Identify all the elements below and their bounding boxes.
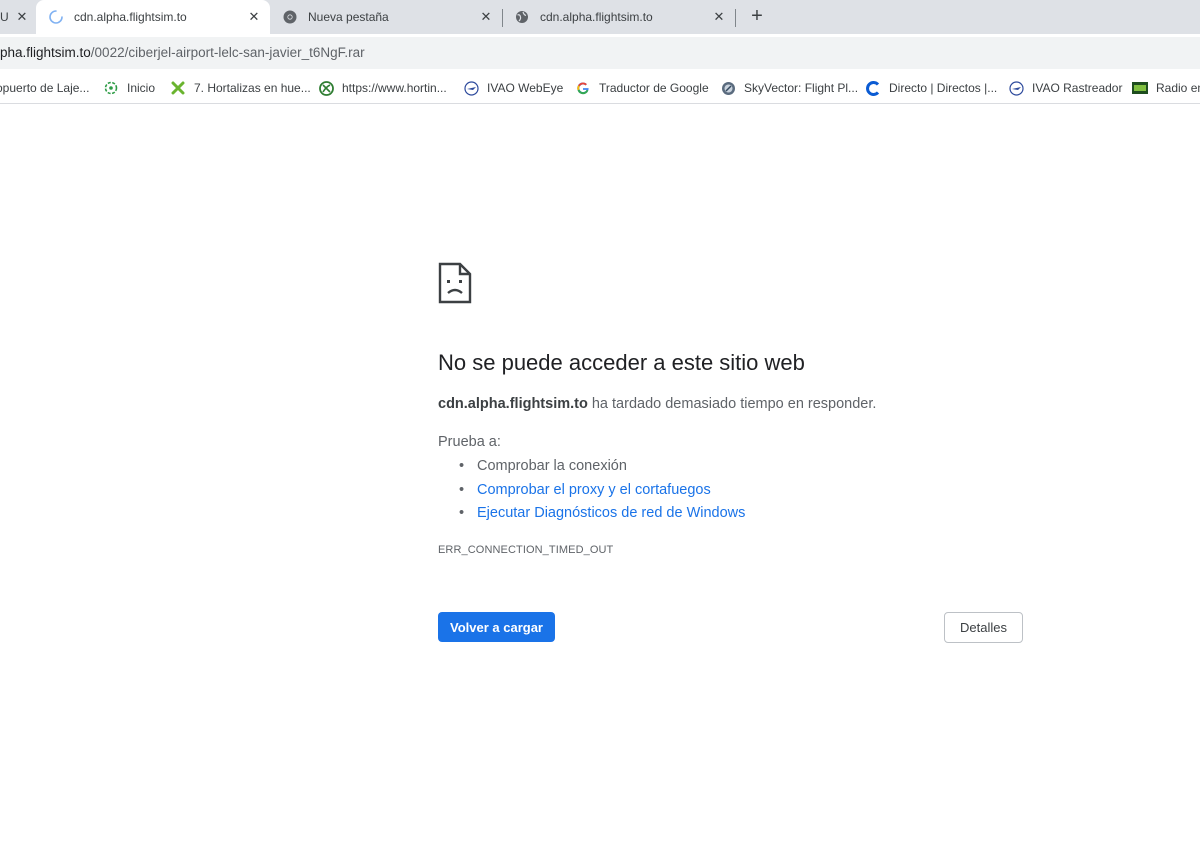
reload-button[interactable]: Volver a cargar	[438, 612, 555, 642]
bookmark-item[interactable]: Directo | Directos |...	[865, 72, 998, 103]
bookmark-label: SkyVector: Flight Pl...	[744, 81, 859, 95]
tab-separator	[735, 9, 736, 27]
address-host: pha.flightsim.to	[0, 45, 91, 60]
bookmark-item[interactable]: SkyVector: Flight Pl...	[720, 72, 859, 103]
bookmark-item[interactable]: Traductor de Google	[575, 72, 709, 103]
bookmarks-bar: opuerto de Laje... Inicio 7. Hortalizas …	[0, 72, 1200, 104]
tab-strip: U ✕ cdn.alpha.flightsim.to ✕ Nueva pesta…	[0, 0, 1200, 34]
directo-icon	[865, 80, 881, 96]
error-message: cdn.alpha.flightsim.to ha tardado demasi…	[438, 396, 876, 412]
bookmark-item[interactable]: IVAO WebEye	[463, 72, 564, 103]
tab-partial-title: U	[0, 10, 9, 24]
error-message-text: ha tardado demasiado tiempo en responder…	[587, 396, 877, 412]
sad-page-icon	[438, 262, 472, 304]
bookmark-label: IVAO WebEye	[487, 81, 564, 95]
suggestion-check-proxy-link[interactable]: Comprobar el proxy y el cortafuegos	[459, 481, 745, 505]
bookmark-item[interactable]: Inicio	[103, 72, 156, 103]
ivao-icon	[463, 80, 479, 96]
bookmark-label: Inicio	[127, 81, 156, 95]
suggestion-run-diagnostics-link[interactable]: Ejecutar Diagnósticos de red de Windows	[459, 504, 745, 528]
leaf-icon	[170, 80, 186, 96]
bookmark-label: 7. Hortalizas en hue...	[194, 81, 311, 95]
tab-active[interactable]: cdn.alpha.flightsim.to ✕	[36, 0, 270, 34]
suggestion-check-connection: Comprobar la conexión	[459, 457, 745, 481]
new-tab-button[interactable]: +	[746, 6, 768, 28]
green-globe-icon	[318, 80, 334, 96]
close-tab-icon[interactable]: ✕	[246, 9, 262, 25]
bookmark-label: Radio en	[1156, 81, 1200, 95]
close-tab-icon[interactable]: ✕	[478, 9, 494, 25]
skyvector-icon	[720, 80, 736, 96]
tab-partial[interactable]: U ✕	[0, 0, 34, 34]
bookmark-label: https://www.hortin...	[342, 81, 447, 95]
address-path: /0022/ciberjel-airport-lelc-san-javier_t…	[90, 45, 365, 60]
bookmark-label: IVAO Rastreador	[1032, 81, 1123, 95]
chrome-icon	[282, 9, 298, 25]
bookmark-label: opuerto de Laje...	[0, 81, 90, 95]
bookmark-item[interactable]: IVAO Rastreador	[1008, 72, 1123, 103]
bookmark-label: Traductor de Google	[599, 81, 709, 95]
error-host: cdn.alpha.flightsim.to	[438, 396, 588, 412]
bookmark-item[interactable]: 7. Hortalizas en hue...	[170, 72, 311, 103]
address-text[interactable]: pha.flightsim.to/0022/ciberjel-airport-l…	[0, 45, 365, 60]
radio-icon	[1132, 80, 1148, 96]
suggestions-list: Comprobar la conexión Comprobar el proxy…	[459, 457, 745, 528]
loading-spinner-icon	[48, 9, 64, 25]
page-title: No se puede acceder a este sitio web	[438, 350, 805, 375]
tab-title: cdn.alpha.flightsim.to	[74, 10, 187, 24]
bookmark-item[interactable]: opuerto de Laje...	[0, 72, 90, 103]
close-tab-icon[interactable]: ✕	[711, 9, 727, 25]
green-ring-icon	[103, 80, 119, 96]
tab-new[interactable]: Nueva pestaña ✕	[270, 0, 502, 34]
details-button[interactable]: Detalles	[944, 612, 1023, 643]
ivao-icon	[1008, 80, 1024, 96]
tab-third[interactable]: cdn.alpha.flightsim.to ✕	[503, 0, 735, 34]
bookmark-item[interactable]: https://www.hortin...	[318, 72, 447, 103]
google-icon	[575, 80, 591, 96]
bookmark-label: Directo | Directos |...	[889, 81, 998, 95]
bookmark-item[interactable]: Radio en	[1132, 72, 1200, 103]
suggestions-heading: Prueba a:	[438, 434, 501, 450]
close-tab-icon[interactable]: ✕	[14, 9, 30, 25]
tab-title: Nueva pestaña	[308, 10, 389, 24]
error-code: ERR_CONNECTION_TIMED_OUT	[438, 544, 614, 556]
globe-icon	[514, 9, 530, 25]
tab-title: cdn.alpha.flightsim.to	[540, 10, 653, 24]
